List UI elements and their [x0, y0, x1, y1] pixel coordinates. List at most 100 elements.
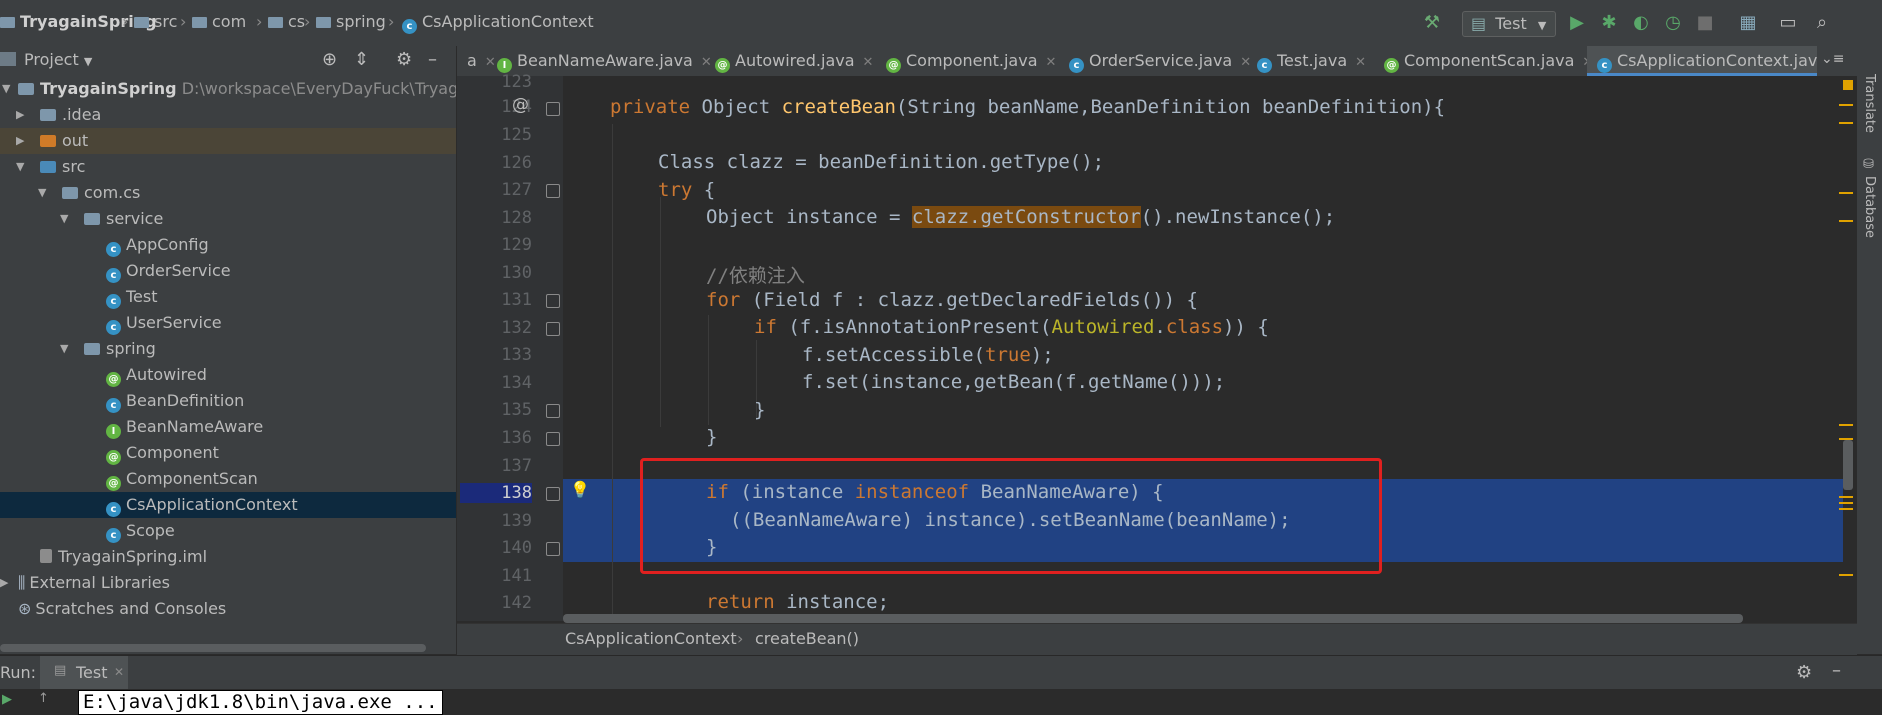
- tree-item-component[interactable]: @ Component: [0, 440, 456, 466]
- close-icon[interactable]: ✕: [485, 55, 496, 70]
- hide-icon[interactable]: –: [428, 49, 437, 70]
- tab-orderservice[interactable]: c OrderService.java ✕: [1069, 46, 1251, 76]
- tree-item-out[interactable]: ▶ out: [0, 128, 456, 154]
- error-stripe-mark[interactable]: [1839, 508, 1853, 510]
- error-stripe-mark[interactable]: [1839, 220, 1853, 222]
- breadcrumb-class[interactable]: c CsApplicationContext: [402, 12, 594, 34]
- tree-item-beandefinition[interactable]: c BeanDefinition: [0, 388, 456, 414]
- fold-icon[interactable]: [546, 102, 560, 116]
- run-tab-test[interactable]: ▤ Test ✕: [40, 656, 128, 692]
- run-icon[interactable]: ▶: [1565, 11, 1589, 35]
- fold-icon[interactable]: [546, 294, 560, 308]
- tree-item-autowired[interactable]: @ Autowired: [0, 362, 456, 388]
- close-icon[interactable]: ✕: [701, 55, 712, 70]
- editor-horizontal-scrollbar[interactable]: [563, 614, 1743, 623]
- chevron-right-icon[interactable]: ▶: [16, 102, 24, 128]
- tree-item-service[interactable]: ▼ service: [0, 206, 456, 232]
- error-stripe-mark[interactable]: [1839, 502, 1853, 504]
- project-view-selector[interactable]: Project ▼: [24, 50, 92, 69]
- tree-item-csapplicationcontext[interactable]: c CsApplicationContext: [0, 492, 456, 518]
- close-icon[interactable]: ✕: [863, 55, 874, 70]
- fold-icon[interactable]: [546, 322, 560, 336]
- error-stripe-mark[interactable]: [1839, 104, 1853, 106]
- package-icon: [62, 187, 78, 199]
- profile-icon[interactable]: ◷: [1661, 11, 1685, 35]
- chevron-down-icon[interactable]: ▼: [60, 206, 68, 232]
- chevron-down-icon[interactable]: ▼: [38, 180, 46, 206]
- hide-icon[interactable]: –: [1832, 660, 1841, 681]
- tree-item-idea[interactable]: ▶ .idea: [0, 102, 456, 128]
- breadcrumb-cs[interactable]: cs: [268, 12, 305, 31]
- fold-icon[interactable]: [546, 184, 560, 198]
- chevron-down-icon[interactable]: ▼: [16, 154, 24, 180]
- tab-autowired[interactable]: @ Autowired.java ✕: [715, 46, 873, 76]
- database-tool-button[interactable]: Database: [1862, 176, 1877, 238]
- tree-item-componentscan[interactable]: @ ComponentScan: [0, 466, 456, 492]
- run-configuration-select[interactable]: ▤ Test ▼: [1462, 11, 1556, 37]
- fold-icon[interactable]: [546, 542, 560, 556]
- tree-item-appconfig[interactable]: c AppConfig: [0, 232, 456, 258]
- folder-icon: [134, 17, 149, 28]
- breadcrumb-method[interactable]: createBean(): [755, 629, 859, 648]
- error-stripe-mark[interactable]: [1839, 424, 1853, 426]
- close-icon[interactable]: ✕: [1355, 55, 1366, 70]
- code-line-133: f.setAccessible(true);: [802, 344, 1054, 366]
- tree-item-beannameaware[interactable]: I BeanNameAware: [0, 414, 456, 440]
- tab-component[interactable]: @ Component.java ✕: [886, 46, 1056, 76]
- stop-icon[interactable]: ■: [1693, 11, 1717, 35]
- tree-item-userservice[interactable]: c UserService: [0, 310, 456, 336]
- project-structure-icon[interactable]: ▦: [1736, 11, 1760, 35]
- fold-icon[interactable]: [546, 487, 560, 501]
- editor-vertical-scrollbar[interactable]: [1843, 440, 1853, 490]
- chevron-right-icon[interactable]: ▶: [16, 128, 24, 154]
- breadcrumb-class[interactable]: CsApplicationContext: [565, 629, 737, 648]
- close-icon[interactable]: ✕: [1046, 55, 1057, 70]
- error-stripe-mark[interactable]: [1839, 192, 1853, 194]
- intention-bulb-icon[interactable]: 💡: [570, 480, 590, 499]
- breadcrumb-spring[interactable]: spring: [316, 12, 386, 31]
- tree-item-com-cs[interactable]: ▼ com.cs: [0, 180, 456, 206]
- chevron-down-icon[interactable]: ▼: [60, 336, 68, 362]
- tree-item-root[interactable]: ▼ TryagainSpring D:\workspace\EveryDayFu…: [0, 76, 456, 102]
- tree-item-scratches[interactable]: ⊛ Scratches and Consoles: [0, 596, 456, 622]
- close-icon[interactable]: ✕: [1240, 55, 1251, 70]
- tab-list-icon[interactable]: ⌄≡: [1821, 51, 1844, 67]
- search-icon[interactable]: ⌕: [1810, 11, 1834, 35]
- tab-csapplicationcontext[interactable]: c CsApplicationContext.java: [1587, 46, 1817, 76]
- fold-icon[interactable]: [546, 404, 560, 418]
- gear-icon[interactable]: ⚙: [1796, 662, 1812, 683]
- breadcrumb-com[interactable]: com: [192, 12, 246, 31]
- gear-icon[interactable]: ⚙: [396, 49, 412, 70]
- debug-icon[interactable]: ✱: [1597, 11, 1621, 35]
- tab-test[interactable]: c Test.java ✕: [1257, 46, 1366, 76]
- inspection-status-icon[interactable]: [1843, 80, 1853, 90]
- up-arrow-icon[interactable]: ↑: [38, 691, 49, 706]
- rerun-icon[interactable]: ▶: [2, 692, 12, 707]
- error-stripe-mark[interactable]: [1839, 122, 1853, 124]
- tree-item-orderservice[interactable]: c OrderService: [0, 258, 456, 284]
- tree-item-scope[interactable]: c Scope: [0, 518, 456, 544]
- tree-item-external-libraries[interactable]: ▶ ⫼ External Libraries: [0, 570, 456, 596]
- build-hammer-icon[interactable]: ⚒: [1420, 11, 1444, 35]
- locate-icon[interactable]: ⊕: [322, 49, 337, 70]
- error-stripe-mark[interactable]: [1839, 574, 1853, 576]
- folder-icon: [316, 17, 331, 28]
- tree-item-test[interactable]: c Test: [0, 284, 456, 310]
- fold-icon[interactable]: [546, 432, 560, 446]
- chevron-right-icon[interactable]: ▶: [0, 570, 8, 596]
- chevron-down-icon[interactable]: ▼: [2, 76, 10, 102]
- line-number: 141: [501, 566, 532, 586]
- tree-item-src[interactable]: ▼ src: [0, 154, 456, 180]
- close-icon[interactable]: ✕: [114, 665, 124, 679]
- breadcrumb-src[interactable]: src: [134, 12, 177, 31]
- override-marker-icon[interactable]: @: [512, 95, 529, 115]
- tree-item-iml[interactable]: TryagainSpring.iml: [0, 544, 456, 570]
- terminal-icon[interactable]: ▭: [1776, 11, 1800, 35]
- error-stripe-mark[interactable]: [1839, 496, 1853, 498]
- translate-tool-button[interactable]: Translate: [1862, 74, 1877, 133]
- collapse-all-icon[interactable]: ⇕: [354, 49, 369, 70]
- tab-componentscan[interactable]: @ComponentScan.java✕: [1384, 46, 1593, 76]
- tree-horizontal-scrollbar[interactable]: [0, 644, 426, 652]
- coverage-icon[interactable]: ◐: [1629, 11, 1653, 35]
- tree-item-spring[interactable]: ▼ spring: [0, 336, 456, 362]
